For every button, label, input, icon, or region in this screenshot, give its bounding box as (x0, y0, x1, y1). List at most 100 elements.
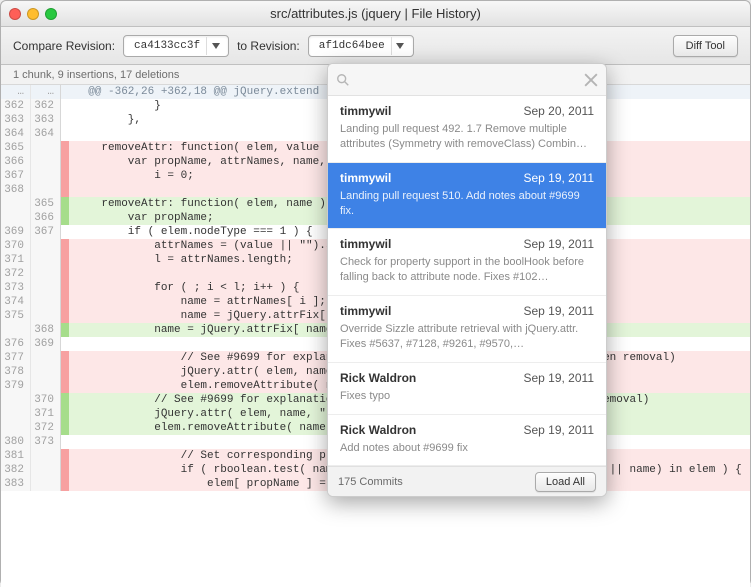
gutter-new: 371 (31, 407, 61, 421)
diff-tool-button[interactable]: Diff Tool (673, 35, 738, 57)
addition-marker (61, 211, 69, 225)
gutter-old (1, 407, 31, 421)
commit-message: Override Sizzle attribute retrieval with… (340, 322, 594, 352)
context-marker (61, 127, 69, 141)
context-marker (61, 435, 69, 449)
gutter-old: 375 (1, 309, 31, 323)
gutter-new (31, 239, 61, 253)
addition-marker (61, 323, 69, 337)
gutter-old: 374 (1, 295, 31, 309)
deletion-marker (61, 351, 69, 365)
deletion-marker (61, 477, 69, 491)
deletion-marker (61, 281, 69, 295)
gutter-old: 379 (1, 379, 31, 393)
commit-item[interactable]: timmywilSep 20, 2011Landing pull request… (328, 96, 606, 163)
commit-date: Sep 19, 2011 (523, 371, 594, 385)
gutter-new (31, 155, 61, 169)
addition-marker (61, 393, 69, 407)
gutter-old: … (1, 85, 31, 99)
commit-author: Rick Waldron (340, 423, 416, 437)
commit-author: Rick Waldron (340, 371, 416, 385)
gutter-old (1, 211, 31, 225)
gutter-old: 373 (1, 281, 31, 295)
deletion-marker (61, 155, 69, 169)
gutter-old: 377 (1, 351, 31, 365)
commit-picker-footer: 175 Commits Load All (328, 466, 606, 496)
revision-to-value: af1dc64bee (319, 40, 385, 52)
deletion-marker (61, 253, 69, 267)
gutter-new: 365 (31, 197, 61, 211)
commit-date: Sep 19, 2011 (523, 171, 594, 185)
commit-author: timmywil (340, 304, 391, 318)
gutter-new: 370 (31, 393, 61, 407)
commit-item[interactable]: timmywil Sep 19, 2011 Landing pull request… (328, 163, 606, 230)
commit-author: timmywil (340, 237, 391, 251)
gutter-old: 362 (1, 99, 31, 113)
search-icon (336, 73, 350, 87)
gutter-old: 369 (1, 225, 31, 239)
commit-message: Fixes typo (340, 389, 594, 404)
deletion-marker (61, 239, 69, 253)
gutter-old: 365 (1, 141, 31, 155)
window-title: src/attributes.js (jquery | File History… (1, 6, 750, 21)
gutter-new: 367 (31, 225, 61, 239)
context-marker (61, 225, 69, 239)
gutter-new (31, 309, 61, 323)
context-marker (61, 337, 69, 351)
gutter-old: 363 (1, 113, 31, 127)
gutter-new (31, 281, 61, 295)
gutter-old: 368 (1, 183, 31, 197)
close-icon[interactable] (584, 73, 598, 87)
chevron-down-icon (391, 37, 409, 55)
gutter-old: 376 (1, 337, 31, 351)
gutter-old: 366 (1, 155, 31, 169)
gutter-old: 380 (1, 435, 31, 449)
deletion-marker (61, 365, 69, 379)
addition-marker (61, 421, 69, 435)
gutter-old: 372 (1, 267, 31, 281)
commit-search-input[interactable] (358, 73, 576, 87)
deletion-marker (61, 309, 69, 323)
commit-date: Sep 19, 2011 (523, 304, 594, 318)
gutter-old (1, 197, 31, 211)
revision-from-dropdown[interactable]: ca4133cc3f (123, 35, 229, 57)
gutter-new: 363 (31, 113, 61, 127)
gutter-new: 362 (31, 99, 61, 113)
to-label: to Revision: (237, 39, 300, 53)
gutter-new (31, 379, 61, 393)
commit-item[interactable]: timmywil Sep 19, 2011 Override Sizzle attr… (328, 296, 606, 363)
minimize-window-button[interactable] (27, 8, 39, 20)
gutter-old: 367 (1, 169, 31, 183)
commit-search-bar (328, 64, 606, 96)
gutter-new: … (31, 85, 61, 99)
gutter-old (1, 421, 31, 435)
gutter-new (31, 463, 61, 477)
toolbar: Compare Revision: ca4133cc3f to Revision… (1, 27, 750, 65)
gutter-new (31, 295, 61, 309)
zoom-window-button[interactable] (45, 8, 57, 20)
deletion-marker (61, 183, 69, 197)
gutter-new: 366 (31, 211, 61, 225)
commit-item[interactable]: timmywilSep 19, 2011Check for property s… (328, 229, 606, 296)
gutter-new (31, 141, 61, 155)
gutter-new: 369 (31, 337, 61, 351)
commit-item[interactable]: Rick WaldronSep 19, 2011Add notes about … (328, 415, 606, 467)
gutter-old: 371 (1, 253, 31, 267)
commit-list: timmywilSep 20, 2011Landing pull request… (328, 96, 606, 466)
deletion-marker (61, 463, 69, 477)
commit-message: Add notes about #9699 fix (340, 441, 594, 456)
commit-item[interactable]: Rick Waldron Sep 19, 2011 Fixes typo (328, 363, 606, 415)
gutter-new (31, 365, 61, 379)
deletion-marker (61, 267, 69, 281)
close-window-button[interactable] (9, 8, 21, 20)
commit-message: Landing pull request 510. Add notes abou… (340, 189, 594, 219)
gutter-old: 370 (1, 239, 31, 253)
context-marker (61, 113, 69, 127)
commit-author: timmywil (340, 171, 391, 185)
deletion-marker (61, 379, 69, 393)
revision-to-dropdown[interactable]: af1dc64bee (308, 35, 414, 57)
compare-label: Compare Revision: (13, 39, 115, 53)
gutter-old: 381 (1, 449, 31, 463)
commit-picker-popover: timmywilSep 20, 2011Landing pull request… (327, 63, 607, 497)
load-all-button[interactable]: Load All (535, 472, 596, 492)
